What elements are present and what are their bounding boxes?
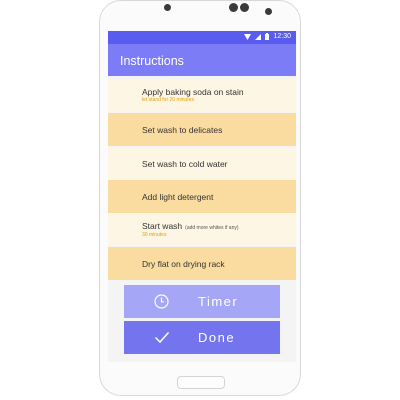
step-label: Set wash to cold water [142,159,228,169]
sensor-left [229,3,238,12]
battery-icon [265,33,270,40]
step-set-wash-delicates[interactable]: Set wash to delicates [108,113,296,146]
step-label: Set wash to delicates [142,125,223,135]
wifi-icon [244,33,252,40]
app-screen: 12:30 Instructions Apply baking soda on … [108,31,296,362]
step-set-wash-cold-water[interactable]: Set wash to cold water [108,147,296,180]
status-bar: 12:30 [108,31,296,44]
step-start-wash[interactable]: Start wash (add more whites if any) 30 mi… [108,213,296,246]
home-button[interactable] [177,376,225,389]
step-label-wrapper: Start wash (add more whites if any) [142,221,239,231]
step-note: (add more whites if any) [185,225,239,231]
done-button[interactable]: Done [124,321,280,354]
step-label: Dry flat on drying rack [142,259,225,269]
step-subtext: let stand for 20 minutes [142,97,194,103]
step-label: Start wash [142,221,183,231]
checkmark-icon [154,331,170,344]
timer-button[interactable]: Timer [124,285,280,318]
done-label: Done [198,330,236,345]
status-time: 12:30 [273,33,291,40]
timer-label: Timer [198,294,239,309]
signal-icon [255,33,262,40]
step-add-light-detergent[interactable]: Add light detergent [108,180,296,213]
clock-icon [154,294,169,309]
light-sensor [265,8,272,15]
app-bar: Instructions [108,44,296,76]
step-label: Add light detergent [142,192,214,202]
step-dry-flat[interactable]: Dry flat on drying rack [108,247,296,280]
sensor-right [240,3,249,12]
page-title: Instructions [120,54,184,68]
step-label: Apply baking soda on stain [142,87,244,97]
front-camera [164,4,171,11]
step-apply-baking-soda[interactable]: Apply baking soda on stain let stand for… [108,79,296,112]
step-subtext: 30 minutes [142,232,167,238]
